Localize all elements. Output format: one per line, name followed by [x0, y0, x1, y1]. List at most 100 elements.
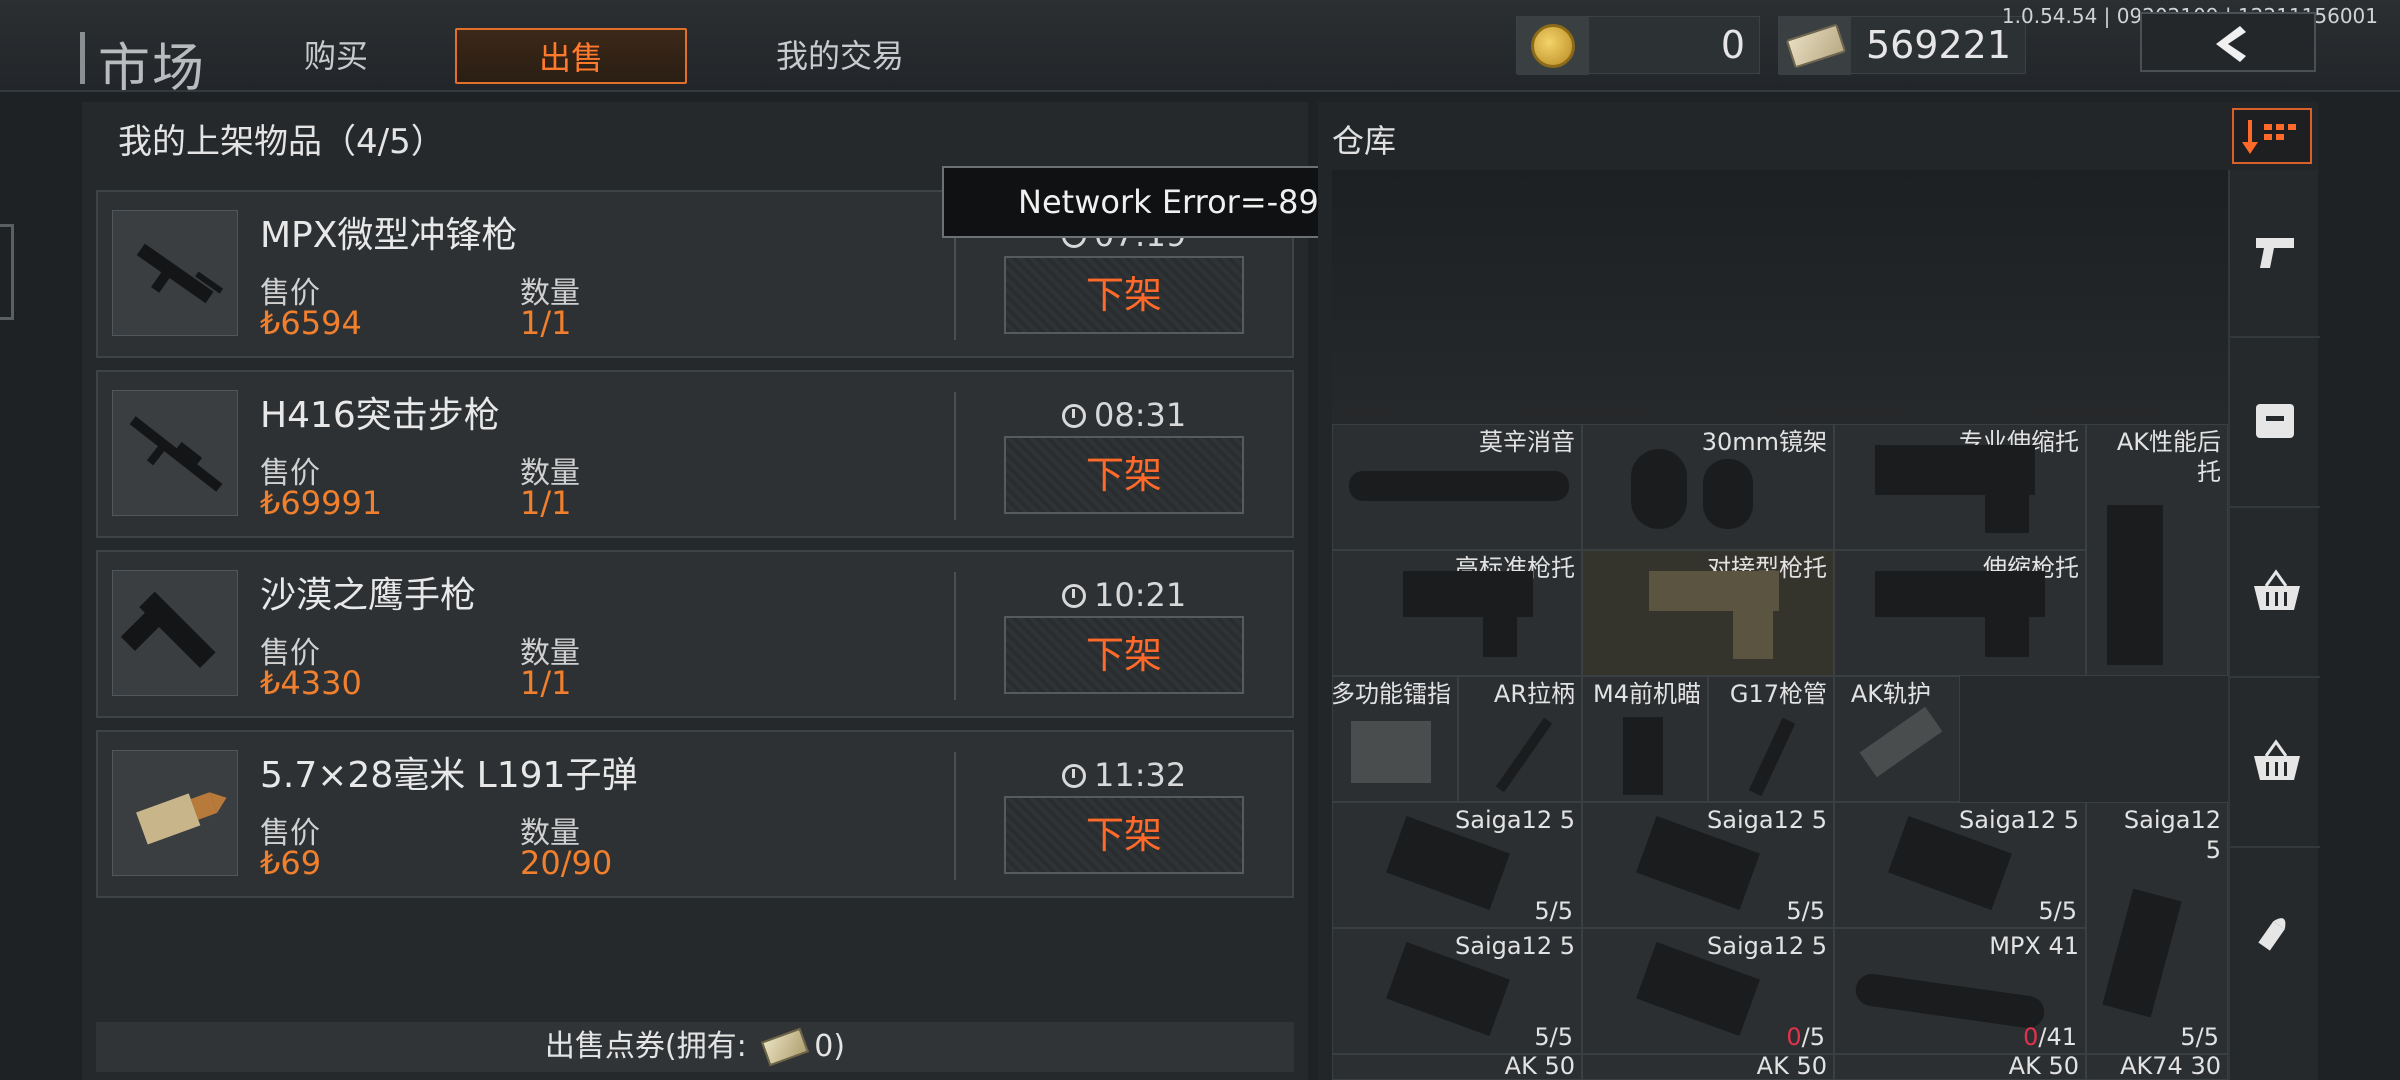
voucher-label-end: )	[833, 1029, 846, 1064]
box-icon	[2256, 404, 2294, 438]
item-thumbnail	[112, 570, 238, 696]
listing-card: 5.7×28毫米 L191子弹 售价 ₺69 数量 20/90 11:32 下架	[96, 730, 1294, 898]
warehouse-item[interactable]: AK轨护	[1834, 676, 1960, 802]
warehouse-item[interactable]: Saiga12 5 5/5	[1834, 802, 2086, 928]
category-basket-2[interactable]	[2230, 680, 2320, 848]
quantity-value: 20/90	[520, 844, 613, 882]
warehouse-item[interactable]: Saiga12 5 5/5	[2086, 802, 2228, 1054]
handguard-icon	[1859, 706, 1943, 778]
category-ammo[interactable]	[2230, 850, 2320, 1018]
item-thumbnail	[112, 390, 238, 516]
item-label: Saiga12 5	[1455, 806, 1575, 834]
warehouse-item[interactable]: AK性能后托	[2086, 424, 2228, 676]
price-value: ₺69	[260, 844, 322, 882]
category-basket[interactable]	[2230, 510, 2320, 678]
listings-header: 我的上架物品（4/5）	[118, 122, 445, 162]
warehouse-item[interactable]: 多功能镭指	[1332, 676, 1458, 802]
sale-voucher-bar: 出售点券(拥有: 0)	[96, 1022, 1294, 1072]
item-label: 多功能镭指	[1332, 680, 1451, 708]
warehouse-item[interactable]: 伸缩枪托	[1834, 550, 2086, 676]
warehouse-item[interactable]: G17枪管	[1708, 676, 1834, 802]
warehouse-item[interactable]: Saiga12 5 5/5	[1332, 802, 1582, 928]
ammo-count: 0/5	[1786, 1023, 1825, 1051]
voucher-label: 出售点券(拥有:	[544, 1029, 757, 1064]
item-thumbnail	[112, 210, 238, 336]
item-label: AR拉柄	[1493, 680, 1575, 708]
delist-button[interactable]: 下架	[1004, 796, 1244, 874]
sort-icon	[2242, 120, 2296, 154]
ammo-icon	[136, 792, 227, 845]
ammo-count: 5/5	[1534, 1023, 1573, 1051]
item-label: AK性能后托	[2116, 428, 2221, 486]
price-value: ₺69991	[260, 484, 383, 522]
scope-mount-icon	[1703, 459, 1753, 529]
clock-icon	[1062, 404, 1086, 428]
item-label: 30mm镜架	[1701, 428, 1827, 456]
warehouse-item[interactable]: Saiga12 5 5/5	[1582, 802, 1834, 928]
delist-button[interactable]: 下架	[1004, 436, 1244, 514]
stock-icon	[1875, 445, 2035, 495]
listing-card: 沙漠之鹰手枪 售价 ₺4330 数量 1/1 10:21 下架	[96, 550, 1294, 718]
listing-card: H416突击步枪 售价 ₺69991 数量 1/1 08:31 下架	[96, 370, 1294, 538]
price-value: ₺6594	[260, 304, 362, 342]
tab-sell[interactable]: 出售	[455, 28, 687, 84]
ammo-count: 5/5	[2180, 1023, 2219, 1051]
item-label: AK 50	[1756, 1054, 1827, 1080]
basket-icon	[2254, 569, 2300, 610]
cash-icon	[1785, 23, 1847, 69]
time-value: 08:31	[1094, 396, 1187, 434]
stock-icon	[1649, 571, 1779, 611]
warehouse-item[interactable]: 对接型枪托	[1582, 550, 1834, 676]
basket-icon	[2254, 739, 2300, 780]
category-storage[interactable]	[2230, 340, 2320, 508]
coin-balance: 0	[1516, 16, 1760, 75]
cash-balance: 569221	[1778, 16, 2026, 75]
delist-button[interactable]: 下架	[1004, 616, 1244, 694]
warehouse-item[interactable]: AK 50	[1834, 1054, 2086, 1080]
item-label: Saiga12 5	[1707, 806, 1827, 834]
warehouse-item[interactable]: MPX 41 0/41	[1834, 928, 2086, 1054]
empty-slots-area	[1332, 170, 2228, 424]
bullet-icon	[2258, 918, 2286, 951]
quantity-value: 1/1	[520, 484, 572, 522]
divider	[954, 392, 956, 520]
coin-icon	[1531, 24, 1575, 68]
delist-button[interactable]: 下架	[1004, 256, 1244, 334]
category-weapons[interactable]	[2230, 170, 2320, 338]
warehouse-item[interactable]: 专业伸缩托	[1834, 424, 2086, 550]
warehouse-item[interactable]: 30mm镜架	[1582, 424, 1834, 550]
warehouse-item[interactable]: AR拉柄	[1458, 676, 1582, 802]
warehouse-item[interactable]: AK 50	[1332, 1054, 1582, 1080]
rifle-icon	[129, 416, 223, 492]
ammo-count: 5/5	[2038, 897, 2077, 925]
item-label: 莫辛消音	[1479, 428, 1575, 456]
warehouse-item[interactable]: Saiga12 5 5/5	[1332, 928, 1582, 1054]
barrel-icon	[1748, 717, 1796, 797]
chevron-left-icon	[2216, 26, 2246, 62]
warehouse-item[interactable]: M4前机瞄	[1582, 676, 1708, 802]
scope-mount-icon	[1631, 449, 1687, 529]
pistol-icon	[2256, 238, 2294, 268]
tab-buy[interactable]: 购买	[276, 28, 396, 84]
smg-icon	[136, 243, 224, 304]
warehouse-item[interactable]: Saiga12 5 0/5	[1582, 928, 1834, 1054]
ammo-count: 5/5	[1534, 897, 1573, 925]
warehouse-item[interactable]: AK74 30	[2086, 1054, 2228, 1080]
warehouse-item[interactable]: AK 50	[1582, 1054, 1834, 1080]
price-value: ₺4330	[260, 664, 362, 702]
item-label: M4前机瞄	[1593, 680, 1701, 708]
item-name: H416突击步枪	[260, 395, 500, 436]
clock-icon	[1062, 764, 1086, 788]
back-button[interactable]	[2140, 12, 2316, 72]
divider	[954, 572, 956, 700]
side-drawer-handle[interactable]	[0, 224, 14, 320]
warehouse-grid: 莫辛消音 30mm镜架 专业伸缩托 AK性能后托 高标准枪托 对接型枪托 伸缩枪…	[1332, 170, 2228, 1080]
voucher-count: 0	[814, 1029, 834, 1064]
tab-my-trades[interactable]: 我的交易	[720, 28, 960, 84]
item-label: G17枪管	[1729, 680, 1827, 708]
charging-handle-icon	[1495, 717, 1553, 793]
warehouse-item[interactable]: 莫辛消音	[1332, 424, 1582, 550]
sort-button[interactable]	[2232, 108, 2312, 164]
warehouse-item[interactable]: 高标准枪托	[1332, 550, 1582, 676]
stock-icon	[2107, 505, 2163, 665]
